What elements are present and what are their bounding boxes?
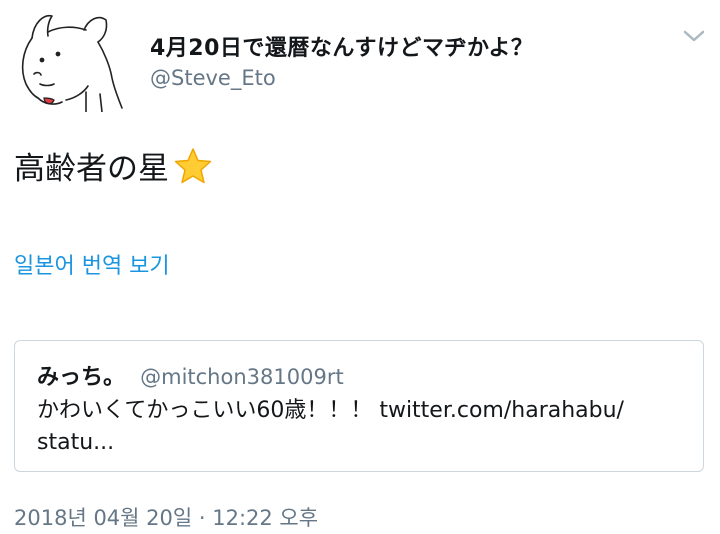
quoted-tweet-header: みっち。 @mitchon381009rt — [37, 359, 344, 391]
tweet-text: 高齢者の星 — [14, 143, 213, 188]
quoted-username: @mitchon381009rt — [140, 365, 344, 389]
avatar[interactable] — [14, 12, 126, 112]
translate-link[interactable]: 일본어 번역 보기 — [14, 248, 170, 280]
timestamp[interactable]: 2018년 04월 20일 · 12:22 오후 — [14, 502, 318, 532]
display-name[interactable]: 4月20日で還暦なんすけどマヂかよ？ — [150, 30, 533, 62]
quoted-text-line-2: statu... — [37, 430, 115, 455]
tweet-text-content: 高齢者の星 — [14, 151, 169, 187]
quoted-display-name: みっち。 — [37, 365, 126, 390]
username[interactable]: @Steve_Eto — [150, 66, 276, 90]
star-icon — [173, 146, 213, 186]
quoted-tweet-text: かわいくてかっこいい60歳！！！ twitter.com/harahabu/ s… — [37, 395, 677, 459]
quoted-tweet-card[interactable]: みっち。 @mitchon381009rt かわいくてかっこいい60歳！！！ t… — [14, 340, 704, 472]
chevron-down-icon[interactable] — [680, 22, 708, 50]
dog-drawing-avatar-icon — [21, 14, 123, 112]
tweet: 4月20日で還暦なんすけどマヂかよ？ @Steve_Eto 高齢者の星 일본어 … — [0, 0, 720, 534]
quoted-text-line-1: かわいくてかっこいい60歳！！！ twitter.com/harahabu/ — [37, 398, 624, 423]
